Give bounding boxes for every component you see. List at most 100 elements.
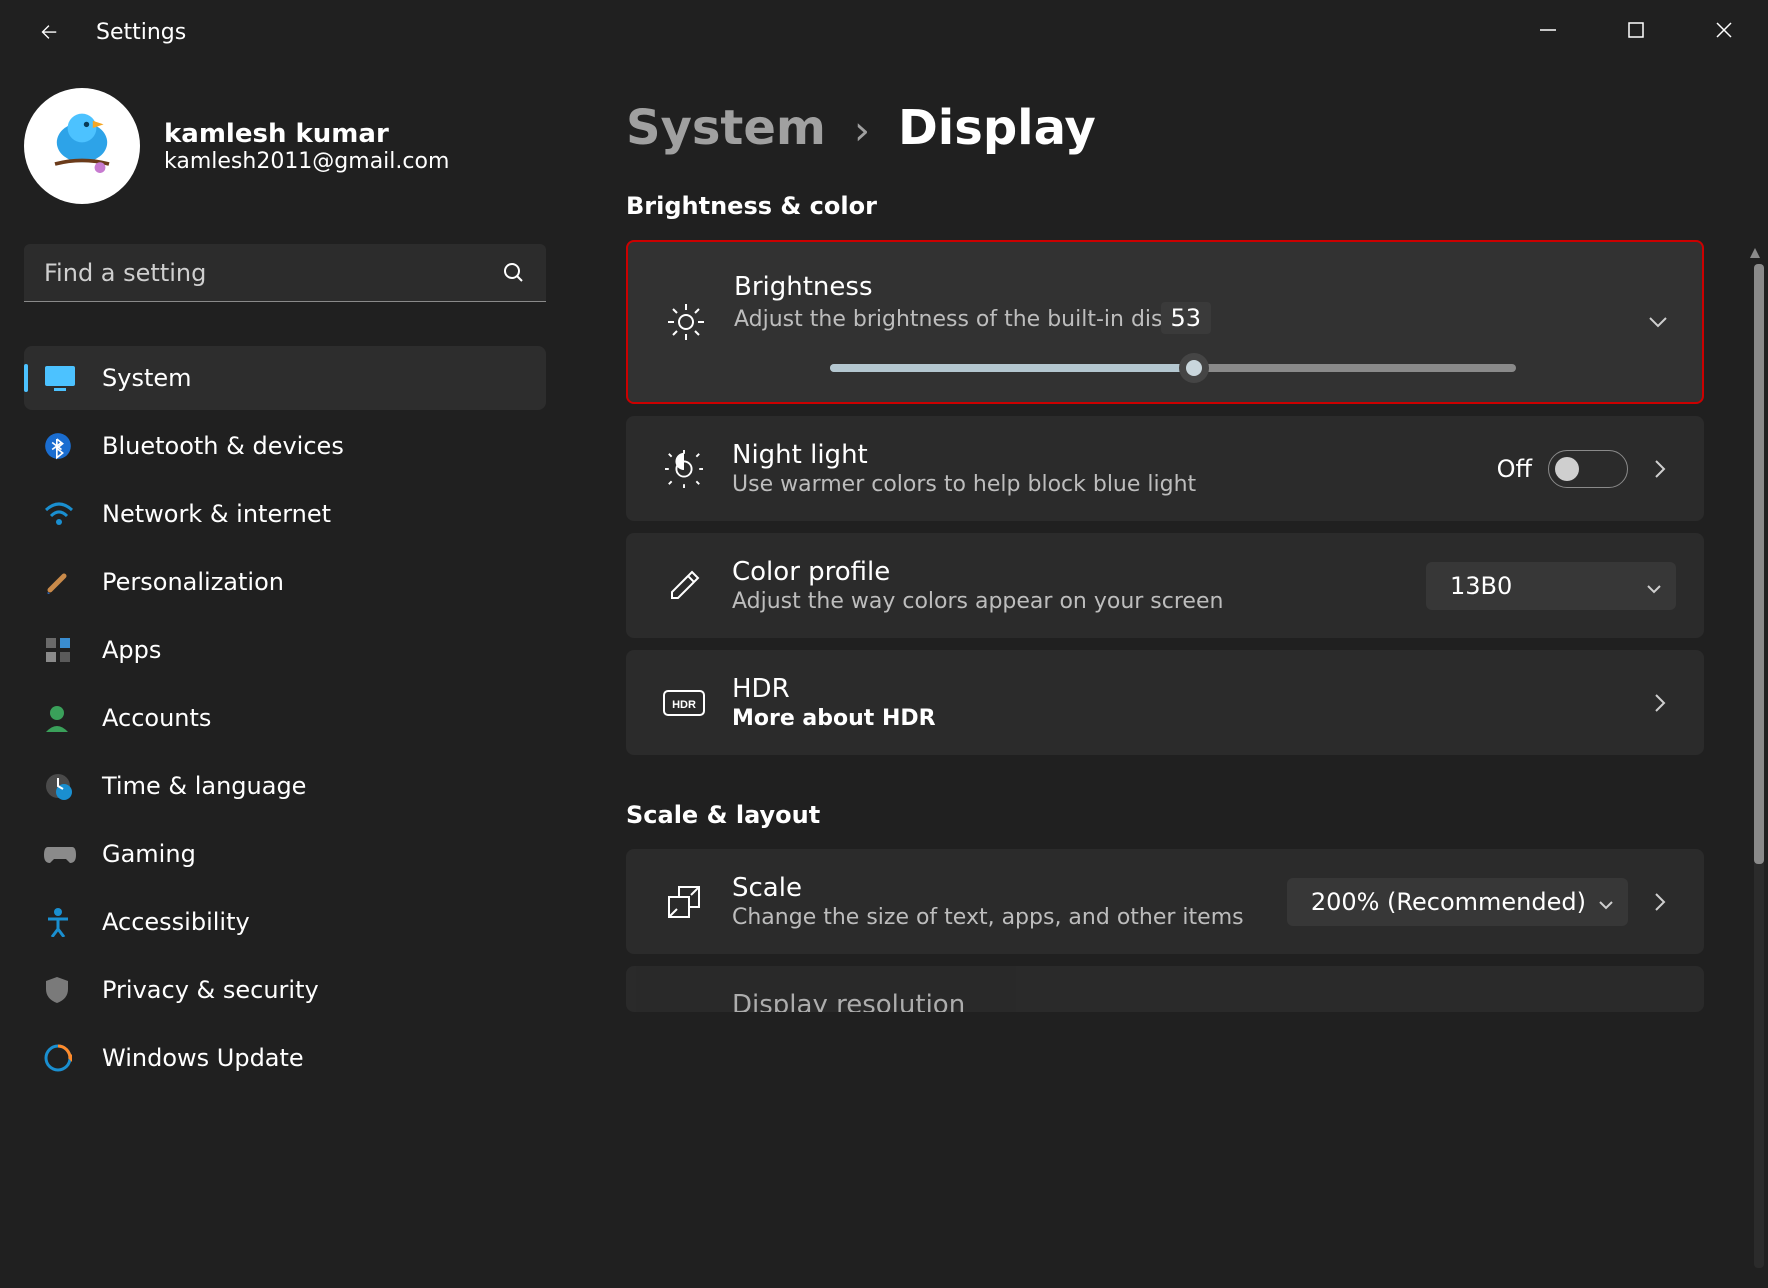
sidebar: kamlesh kumar kamlesh2011@gmail.com Find…: [0, 64, 570, 1288]
back-button[interactable]: [24, 8, 72, 56]
shield-icon: [44, 975, 92, 1005]
clock-globe-icon: [44, 772, 92, 800]
brightness-card[interactable]: Brightness Adjust the brightness of the …: [626, 240, 1704, 404]
sidebar-item-label: Personalization: [102, 568, 284, 596]
brightness-slider[interactable]: [830, 364, 1516, 372]
sidebar-item-label: Network & internet: [102, 500, 331, 528]
sidebar-item-privacy[interactable]: Privacy & security: [24, 958, 546, 1022]
sidebar-item-personalization[interactable]: Personalization: [24, 550, 546, 614]
accessibility-icon: [44, 907, 92, 937]
brightness-title: Brightness: [734, 272, 1626, 302]
system-icon: [44, 365, 92, 391]
night-light-card[interactable]: Night light Use warmer colors to help bl…: [626, 416, 1704, 521]
breadcrumb-current: Display: [898, 100, 1096, 156]
hdr-card[interactable]: HDR HDR More about HDR: [626, 650, 1704, 755]
sidebar-item-label: Bluetooth & devices: [102, 432, 344, 460]
night-light-open[interactable]: [1644, 459, 1676, 479]
night-light-toggle[interactable]: [1548, 450, 1628, 488]
sidebar-item-windows-update[interactable]: Windows Update: [24, 1026, 546, 1090]
scale-open[interactable]: [1644, 892, 1676, 912]
scale-card[interactable]: Scale Change the size of text, apps, and…: [626, 849, 1704, 954]
scroll-up-icon[interactable]: [1748, 246, 1762, 260]
chevron-right-icon: [1654, 693, 1666, 713]
chevron-right-icon: [1654, 892, 1666, 912]
wifi-icon: [44, 502, 92, 526]
chevron-down-icon: [1646, 572, 1662, 600]
sidebar-item-label: Time & language: [102, 772, 306, 800]
sidebar-item-system[interactable]: System: [24, 346, 546, 410]
profile-email: kamlesh2011@gmail.com: [164, 149, 449, 174]
night-light-state: Off: [1497, 455, 1532, 483]
sidebar-item-apps[interactable]: Apps: [24, 618, 546, 682]
profile-block[interactable]: kamlesh kumar kamlesh2011@gmail.com: [24, 88, 546, 204]
hdr-title: HDR: [732, 674, 1628, 704]
hdr-sub[interactable]: More about HDR: [732, 706, 1628, 731]
person-icon: [44, 704, 92, 732]
hdr-icon: HDR: [654, 689, 714, 717]
section-scale-layout: Scale & layout: [626, 801, 1736, 829]
display-resolution-card[interactable]: Display resolution: [626, 966, 1704, 1012]
sidebar-item-label: Apps: [102, 636, 161, 664]
color-profile-sub: Adjust the way colors appear on your scr…: [732, 589, 1426, 614]
display-resolution-title: Display resolution: [732, 990, 1676, 1012]
section-brightness-color: Brightness & color: [626, 192, 1736, 220]
bluetooth-icon: [44, 432, 92, 460]
close-button[interactable]: [1680, 0, 1768, 60]
sidebar-item-label: Windows Update: [102, 1044, 304, 1072]
sidebar-item-label: Privacy & security: [102, 976, 319, 1004]
maximize-button[interactable]: [1592, 0, 1680, 60]
arrow-left-icon: [37, 21, 59, 43]
chevron-right-icon: [1654, 459, 1666, 479]
nav-list: System Bluetooth & devices Network & int…: [24, 346, 546, 1090]
night-light-sub: Use warmer colors to help block blue lig…: [732, 472, 1497, 497]
eyedropper-icon: [654, 568, 714, 604]
sidebar-item-accessibility[interactable]: Accessibility: [24, 890, 546, 954]
sidebar-item-label: Accessibility: [102, 908, 250, 936]
chevron-right-icon: ›: [854, 108, 870, 154]
sidebar-item-label: Accounts: [102, 704, 211, 732]
color-profile-card[interactable]: Color profile Adjust the way colors appe…: [626, 533, 1704, 638]
chevron-down-icon: [1648, 316, 1668, 328]
scale-sub: Change the size of text, apps, and other…: [732, 905, 1287, 930]
sidebar-item-label: Gaming: [102, 840, 196, 868]
gamepad-icon: [44, 843, 92, 865]
update-icon: [44, 1044, 92, 1072]
profile-name: kamlesh kumar: [164, 119, 449, 149]
sidebar-item-bluetooth[interactable]: Bluetooth & devices: [24, 414, 546, 478]
scale-value: 200% (Recommended): [1311, 888, 1586, 916]
main-panel: System › Display Brightness & color Brig…: [570, 64, 1768, 1288]
color-profile-dropdown[interactable]: 13B0: [1426, 562, 1676, 610]
color-profile-value: 13B0: [1450, 572, 1512, 600]
chevron-down-icon: [1598, 888, 1614, 916]
sidebar-item-time-language[interactable]: Time & language: [24, 754, 546, 818]
search-icon: [502, 261, 526, 285]
scrollbar[interactable]: [1754, 264, 1764, 1268]
slider-thumb[interactable]: [1179, 353, 1209, 383]
night-light-title: Night light: [732, 440, 1497, 470]
avatar: [24, 88, 140, 204]
scale-title: Scale: [732, 873, 1287, 903]
expand-toggle[interactable]: [1642, 316, 1674, 328]
minimize-icon: [1539, 21, 1557, 39]
svg-text:HDR: HDR: [672, 699, 696, 711]
sidebar-item-network[interactable]: Network & internet: [24, 482, 546, 546]
search-input[interactable]: Find a setting: [24, 244, 546, 302]
maximize-icon: [1627, 21, 1645, 39]
hdr-open[interactable]: [1644, 693, 1676, 713]
sidebar-item-accounts[interactable]: Accounts: [24, 686, 546, 750]
minimize-button[interactable]: [1504, 0, 1592, 60]
sidebar-item-gaming[interactable]: Gaming: [24, 822, 546, 886]
breadcrumb-parent[interactable]: System: [626, 100, 826, 156]
color-profile-title: Color profile: [732, 557, 1426, 587]
apps-icon: [44, 636, 92, 664]
scroll-thumb[interactable]: [1754, 264, 1764, 864]
close-icon: [1715, 21, 1733, 39]
brightness-icon: [656, 302, 716, 342]
sidebar-item-label: System: [102, 364, 192, 392]
breadcrumb: System › Display: [626, 100, 1736, 156]
app-title: Settings: [96, 20, 186, 45]
brightness-sub: Adjust the brightness of the built-in di…: [734, 307, 1163, 332]
search-placeholder: Find a setting: [44, 259, 206, 287]
night-light-icon: [654, 450, 714, 488]
scale-dropdown[interactable]: 200% (Recommended): [1287, 878, 1628, 926]
